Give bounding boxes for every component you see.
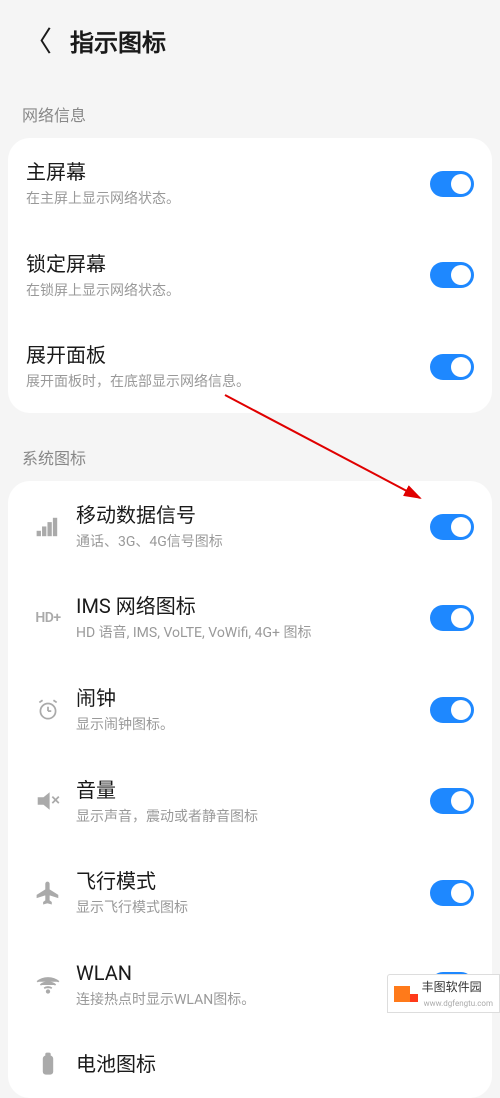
row-subtitle: 显示声音，震动或者静音图标	[76, 808, 430, 828]
section-label-system: 系统图标	[0, 431, 500, 481]
row-subtitle: 在主屏上显示网络状态。	[26, 190, 430, 210]
row-subtitle: 展开面板时，在底部显示网络信息。	[26, 373, 430, 393]
row-mobile-signal[interactable]: 移动数据信号 通话、3G、4G信号图标	[8, 481, 492, 573]
airplane-icon	[26, 880, 70, 906]
row-alarm[interactable]: 闹钟 显示闹钟图标。	[8, 664, 492, 756]
row-subtitle: 通话、3G、4G信号图标	[76, 533, 430, 553]
row-title: 锁定屏幕	[26, 250, 430, 278]
battery-icon	[26, 1051, 70, 1077]
row-title: IMS 网络图标	[76, 592, 430, 620]
row-ims[interactable]: HD+ IMS 网络图标 HD 语音, IMS, VoLTE, VoWifi, …	[8, 572, 492, 664]
page-title: 指示图标	[70, 23, 166, 58]
toggle-airplane[interactable]	[430, 880, 474, 906]
row-subtitle: 显示闹钟图标。	[76, 716, 430, 736]
hdplus-icon: HD+	[26, 610, 70, 626]
back-button[interactable]: 〈	[24, 20, 52, 60]
toggle-volume[interactable]	[430, 788, 474, 814]
row-lock-screen[interactable]: 锁定屏幕 在锁屏上显示网络状态。	[8, 230, 492, 322]
row-title: 电池图标	[76, 1050, 474, 1078]
section-label-network: 网络信息	[0, 88, 500, 138]
row-battery[interactable]: 电池图标	[8, 1030, 492, 1098]
toggle-expanded-panel[interactable]	[430, 354, 474, 380]
row-subtitle: 显示飞行模式图标	[76, 899, 430, 919]
volume-mute-icon	[26, 788, 70, 814]
row-home-screen[interactable]: 主屏幕 在主屏上显示网络状态。	[8, 138, 492, 230]
row-airplane[interactable]: 飞行模式 显示飞行模式图标	[8, 847, 492, 939]
toggle-ims[interactable]	[430, 605, 474, 631]
row-title: 音量	[76, 776, 430, 804]
row-title: 展开面板	[26, 341, 430, 369]
header: 〈 指示图标	[0, 0, 500, 88]
row-title: WLAN	[76, 959, 430, 987]
watermark-url: www.dgfengtu.com	[424, 999, 493, 1008]
toggle-mobile-signal[interactable]	[430, 514, 474, 540]
wifi-icon	[26, 972, 70, 998]
watermark: 丰图软件园 www.dgfengtu.com	[387, 974, 500, 1013]
row-volume[interactable]: 音量 显示声音，震动或者静音图标	[8, 756, 492, 848]
row-title: 闹钟	[76, 684, 430, 712]
signal-icon	[26, 514, 70, 540]
group-network: 主屏幕 在主屏上显示网络状态。 锁定屏幕 在锁屏上显示网络状态。 展开面板 展开…	[8, 138, 492, 413]
row-title: 移动数据信号	[76, 501, 430, 529]
toggle-home-screen[interactable]	[430, 171, 474, 197]
row-expanded-panel[interactable]: 展开面板 展开面板时，在底部显示网络信息。	[8, 321, 492, 413]
watermark-name: 丰图软件园	[422, 980, 482, 994]
row-title: 飞行模式	[76, 867, 430, 895]
toggle-alarm[interactable]	[430, 697, 474, 723]
toggle-lock-screen[interactable]	[430, 262, 474, 288]
row-subtitle: 连接热点时显示WLAN图标。	[76, 991, 430, 1011]
row-subtitle: 在锁屏上显示网络状态。	[26, 282, 430, 302]
row-subtitle: HD 语音, IMS, VoLTE, VoWifi, 4G+ 图标	[76, 624, 430, 644]
row-title: 主屏幕	[26, 158, 430, 186]
alarm-icon	[26, 697, 70, 723]
